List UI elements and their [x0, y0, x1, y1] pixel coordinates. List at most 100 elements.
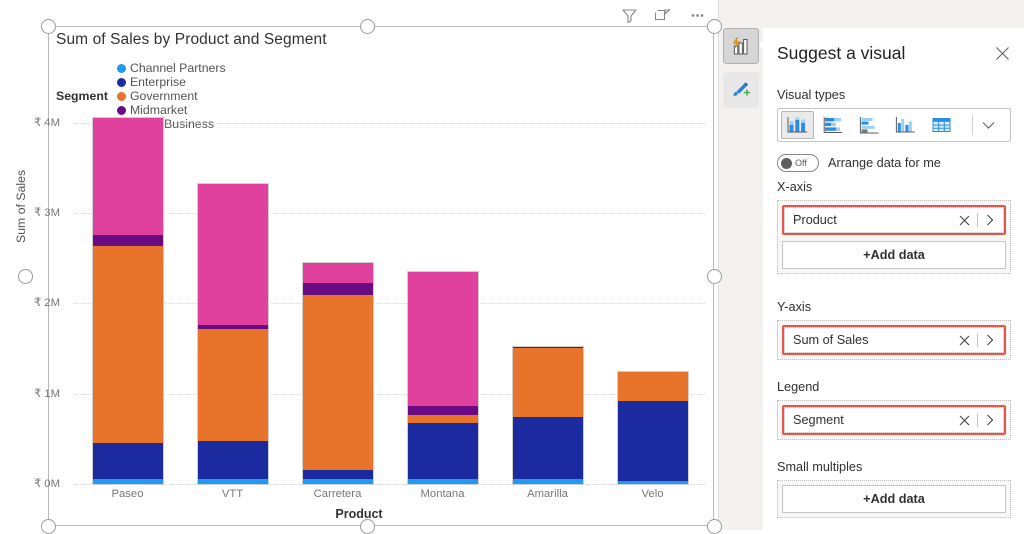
chevron-right-icon[interactable]: [982, 414, 997, 426]
field-chip-segment[interactable]: Segment: [784, 407, 1004, 433]
field-chip-label: Sum of Sales: [793, 333, 869, 347]
bar-segment-government[interactable]: [407, 415, 478, 423]
field-chip-label: Product: [793, 213, 837, 227]
well-y-axis[interactable]: Sum of Sales: [777, 320, 1011, 360]
bar-carretera[interactable]: [301, 261, 374, 486]
well-label-legend: Legend: [777, 380, 820, 394]
bar-segment-midmarket[interactable]: [92, 234, 163, 247]
field-chip-highlight: Product: [782, 205, 1006, 235]
bar-segment-midmarket[interactable]: [197, 325, 268, 330]
bar-segment-channel-partners[interactable]: [617, 480, 688, 484]
well-label-x-axis: X-axis: [777, 180, 813, 194]
resize-handle-top-left[interactable]: [40, 18, 56, 34]
close-icon[interactable]: [991, 42, 1013, 64]
remove-field-icon[interactable]: [956, 215, 973, 226]
x-axis-tick-labels: Paseo VTT Carretera Montana Amarilla Velo: [75, 488, 705, 506]
resize-handle-bottom-left[interactable]: [40, 518, 56, 534]
bar-amarilla[interactable]: [511, 345, 584, 486]
well-x-axis[interactable]: Product +Add data: [777, 200, 1011, 274]
resize-handle-middle-left[interactable]: [17, 268, 33, 284]
chevron-down-icon[interactable]: [973, 111, 1003, 139]
field-chip-highlight: Segment: [782, 405, 1006, 435]
bar-segment-enterprise[interactable]: [92, 443, 163, 479]
legend-label: Midmarket: [129, 103, 188, 117]
legend-label: Enterprise: [129, 75, 186, 89]
legend-item-enterprise[interactable]: Enterprise: [116, 75, 226, 89]
resize-handle-bottom-right[interactable]: [706, 518, 722, 534]
bar-segment-midmarket[interactable]: [407, 406, 478, 416]
bar-segment-midmarket[interactable]: [512, 346, 583, 349]
format-visual-icon[interactable]: [723, 72, 759, 108]
clustered-column-chart-icon[interactable]: [889, 111, 922, 139]
bar-segment-small-business[interactable]: [197, 184, 268, 326]
bar-segment-enterprise[interactable]: [197, 441, 268, 480]
y-axis-tick-label: ₹ 4M: [33, 116, 60, 129]
bar-segment-enterprise[interactable]: [407, 422, 478, 479]
bar-segment-channel-partners[interactable]: [197, 479, 268, 484]
pane-rail: [719, 28, 763, 116]
bar-segment-channel-partners[interactable]: [512, 479, 583, 484]
resize-handle-top-right[interactable]: [706, 18, 722, 34]
bar-segment-channel-partners[interactable]: [92, 478, 163, 484]
bar-segment-enterprise[interactable]: [302, 470, 373, 479]
legend-swatch-icon: [116, 77, 126, 87]
bar-segment-enterprise[interactable]: [617, 401, 688, 481]
field-chip-label: Segment: [793, 413, 844, 427]
x-axis-title: Product: [335, 507, 383, 521]
legend-item-government[interactable]: Government: [116, 89, 226, 103]
plot-area[interactable]: [75, 117, 705, 486]
resize-handle-top-center[interactable]: [359, 18, 375, 34]
resize-handle-bottom-center[interactable]: [359, 518, 375, 534]
well-label-y-axis: Y-axis: [777, 300, 812, 314]
legend-swatch-icon: [116, 63, 126, 73]
remove-field-icon[interactable]: [956, 415, 973, 426]
report-canvas[interactable]: Sum of Sales by Product and Segment Segm…: [0, 0, 722, 534]
bar-segment-government[interactable]: [197, 329, 268, 442]
field-chip-highlight: Sum of Sales: [782, 325, 1006, 355]
suggest-visual-icon[interactable]: [723, 28, 759, 64]
bar-montana[interactable]: [406, 270, 479, 486]
bar-segment-channel-partners[interactable]: [407, 478, 478, 484]
bar-segment-small-business[interactable]: [407, 271, 478, 407]
bar-paseo[interactable]: [91, 117, 164, 485]
remove-field-icon[interactable]: [956, 335, 973, 346]
arrange-data-toggle-row: Off Arrange data for me: [777, 154, 941, 172]
add-data-button[interactable]: +Add data: [782, 485, 1006, 513]
chevron-right-icon[interactable]: [982, 334, 997, 346]
visual-types-selector[interactable]: [777, 108, 1011, 142]
bar-vtt[interactable]: [196, 183, 269, 485]
gridline: [75, 303, 705, 305]
well-legend[interactable]: Segment: [777, 400, 1011, 440]
bar-segment-government[interactable]: [512, 348, 583, 418]
pane-header: Suggest a visual: [777, 38, 1013, 68]
bar-segment-government[interactable]: [302, 295, 373, 471]
bar-segment-government[interactable]: [92, 246, 163, 444]
chart-title: Sum of Sales by Product and Segment: [56, 31, 327, 48]
filter-icon[interactable]: [618, 4, 640, 26]
bar-segment-small-business[interactable]: [92, 118, 163, 235]
clustered-bar-chart-icon[interactable]: [853, 111, 886, 139]
bar-segment-government[interactable]: [617, 371, 688, 402]
bar-segment-small-business[interactable]: [302, 262, 373, 284]
field-chip-sum-of-sales[interactable]: Sum of Sales: [784, 327, 1004, 353]
well-small-multiples[interactable]: +Add data: [777, 480, 1011, 518]
add-data-button[interactable]: +Add data: [782, 241, 1006, 269]
legend-item-channel-partners[interactable]: Channel Partners: [116, 61, 226, 75]
legend-item-midmarket[interactable]: Midmarket: [116, 103, 226, 117]
chevron-right-icon[interactable]: [982, 214, 997, 226]
y-axis-tick-label: ₹ 3M: [33, 206, 60, 219]
bar-segment-enterprise[interactable]: [512, 417, 583, 480]
bar-segment-channel-partners[interactable]: [302, 478, 373, 484]
stacked-column-chart-icon[interactable]: [781, 111, 814, 139]
x-axis-tick-label: Paseo: [111, 488, 144, 500]
arrange-data-toggle[interactable]: Off: [777, 154, 819, 172]
chip-separator: [977, 413, 978, 427]
resize-handle-middle-right[interactable]: [706, 268, 722, 284]
bar-segment-midmarket[interactable]: [302, 283, 373, 296]
field-chip-product[interactable]: Product: [784, 207, 1004, 233]
table-icon[interactable]: [925, 111, 958, 139]
bar-velo[interactable]: [616, 370, 689, 485]
more-options-icon[interactable]: [686, 4, 708, 26]
focus-mode-icon[interactable]: [652, 4, 674, 26]
stacked-bar-chart-icon[interactable]: [817, 111, 850, 139]
